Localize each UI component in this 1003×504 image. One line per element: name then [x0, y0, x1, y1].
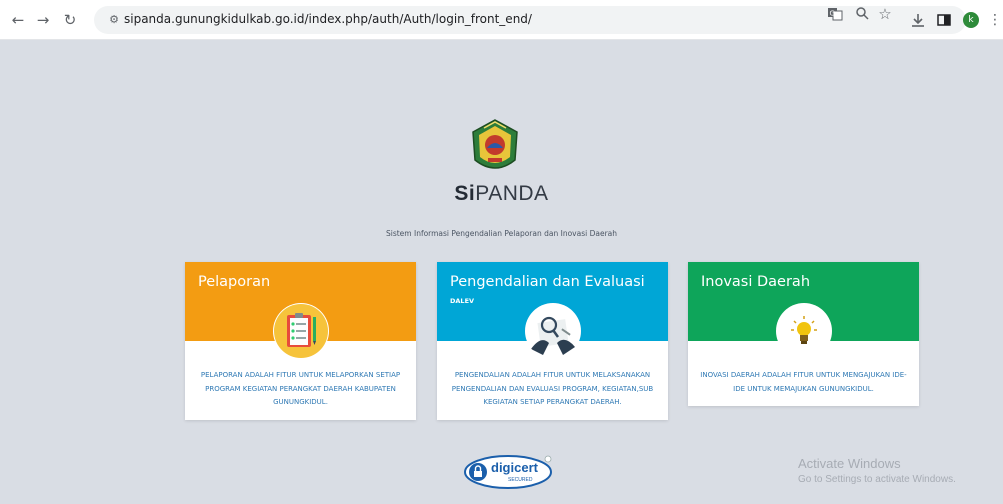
card-pelaporan[interactable]: Pelaporan PELAPORAN ADALAH FITUR UNTUK M…	[185, 262, 416, 420]
back-icon[interactable]: ←	[8, 10, 28, 30]
card-header[interactable]: Pelaporan	[185, 262, 416, 359]
url-text[interactable]: sipanda.gunungkidulkab.go.id/index.php/a…	[124, 12, 532, 26]
browser-toolbar: ← → ↻ ⚙ sipanda.gunungkidulkab.go.id/ind…	[0, 0, 1003, 40]
brand-bold: Si	[454, 182, 476, 205]
card-description: PENGENDALIAN ADALAH FITUR UNTUK MELAKSAN…	[451, 371, 654, 406]
digicert-seal[interactable]: digicert SECURED	[462, 454, 554, 490]
app-brand-title: SiPANDA	[0, 182, 1003, 206]
digicert-label: SECURED	[508, 477, 533, 483]
menu-icon[interactable]: ⋮	[985, 10, 1003, 30]
profile-avatar[interactable]: k	[963, 12, 979, 28]
sidepanel-icon[interactable]	[934, 10, 954, 30]
card-title[interactable]: Pelaporan	[198, 274, 270, 290]
clipboard-checklist-icon	[272, 303, 329, 359]
activate-windows-subtitle: Go to Settings to activate Windows.	[798, 474, 956, 485]
translate-icon[interactable]: G	[826, 6, 844, 22]
zoom-icon[interactable]	[853, 6, 871, 22]
lightbulb-idea-icon	[775, 303, 832, 359]
brand-rest: PANDA	[475, 182, 549, 205]
card-title[interactable]: Inovasi Daerah	[701, 274, 810, 290]
card-pengendalian[interactable]: Pengendalian dan Evaluasi DALEV PENGENDA…	[437, 262, 668, 420]
star-icon[interactable]: ☆	[876, 6, 894, 22]
svg-text:G: G	[830, 10, 835, 18]
forward-icon[interactable]: →	[33, 10, 53, 30]
reload-icon[interactable]: ↻	[60, 10, 80, 30]
site-info-icon[interactable]: ⚙	[106, 12, 122, 28]
card-header[interactable]: Pengendalian dan Evaluasi DALEV	[437, 262, 668, 359]
card-subtitle: DALEV	[450, 297, 475, 305]
activate-windows-title: Activate Windows	[798, 456, 901, 471]
card-title[interactable]: Pengendalian dan Evaluasi	[450, 274, 645, 290]
card-inovasi-daerah[interactable]: Inovasi Daerah INOVASI DAERAH ADALAH FIT…	[688, 262, 919, 406]
app-subtitle: Sistem Informasi Pengendalian Pelaporan …	[385, 229, 618, 238]
gunungkidul-emblem-logo	[470, 118, 520, 176]
download-icon[interactable]	[908, 10, 928, 30]
card-header[interactable]: Inovasi Daerah	[688, 262, 919, 359]
magnifier-document-icon	[524, 303, 581, 359]
digicert-name: digicert	[491, 460, 538, 475]
card-description: PELAPORAN ADALAH FITUR UNTUK MELAPORKAN …	[200, 371, 401, 406]
card-description: INOVASI DAERAH ADALAH FITUR UNTUK MENGAJ…	[700, 371, 907, 393]
